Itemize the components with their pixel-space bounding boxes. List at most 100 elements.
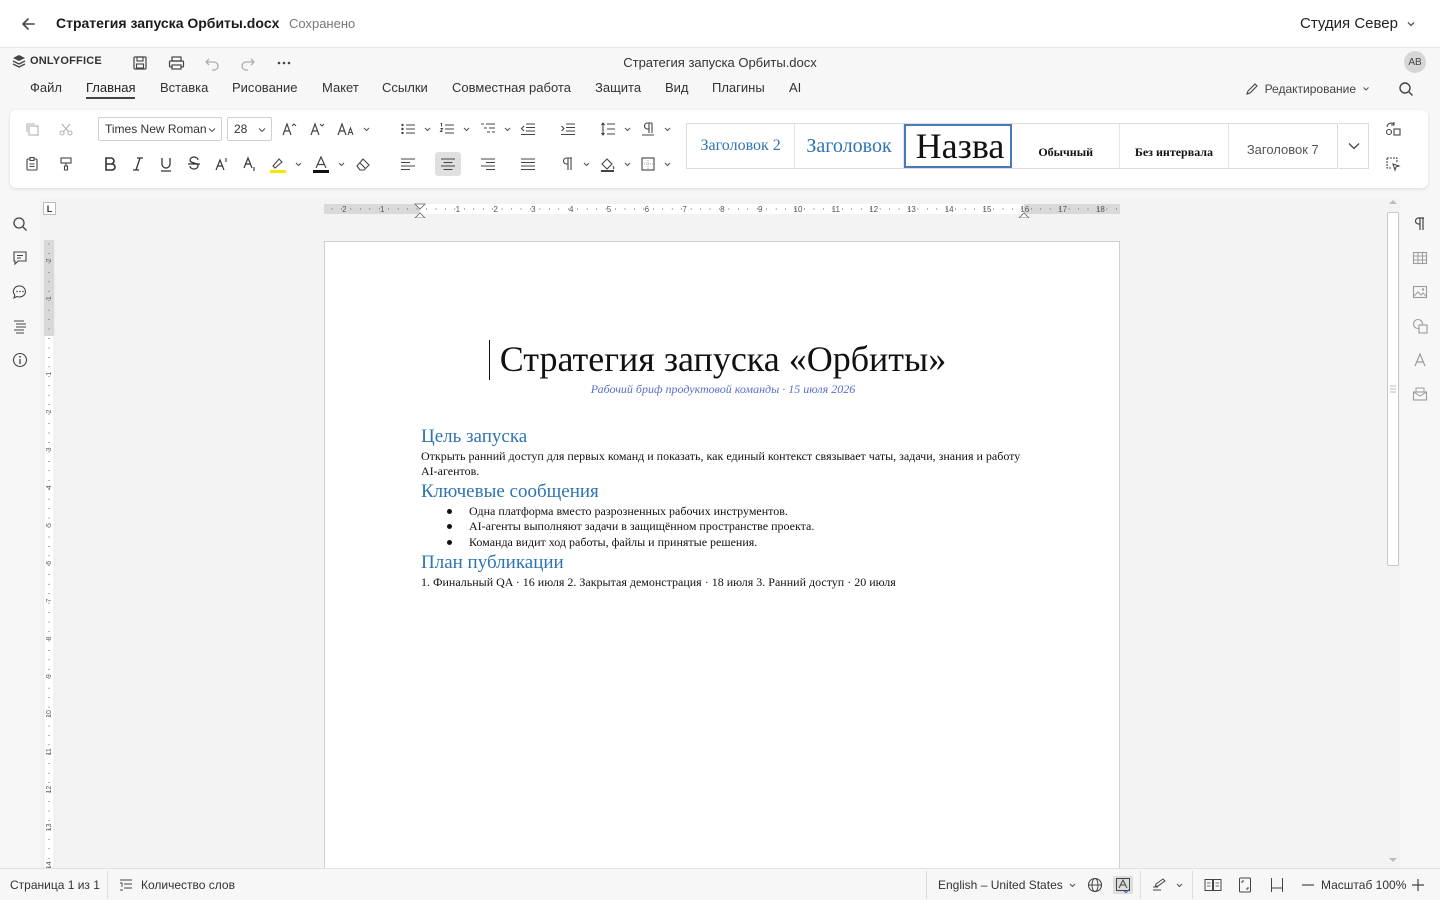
paragraph-settings-button[interactable] — [635, 117, 661, 141]
shading-button[interactable] — [595, 152, 621, 176]
decrease-font-button[interactable] — [304, 117, 330, 141]
tab-file[interactable]: Файл — [30, 80, 62, 97]
strikethrough-button[interactable] — [181, 152, 207, 176]
align-left-button[interactable] — [395, 152, 421, 176]
text-art-settings-button[interactable] — [1406, 346, 1434, 374]
print-button[interactable] — [165, 52, 187, 74]
search-button[interactable] — [1398, 81, 1414, 97]
bullet-list-button[interactable] — [395, 117, 421, 141]
editing-mode-button[interactable]: Редактирование — [1245, 82, 1370, 96]
select-button[interactable] — [1380, 152, 1406, 176]
sidebar-comments-button[interactable] — [6, 244, 34, 272]
italic-button[interactable] — [125, 152, 151, 176]
sidebar-search-button[interactable] — [6, 210, 34, 238]
font-name-select[interactable]: Times New Roman — [98, 117, 222, 141]
numbered-list-button[interactable] — [434, 117, 460, 141]
font-size-select[interactable]: 28 — [227, 117, 272, 141]
paragraph-settings-panel-button[interactable] — [1406, 210, 1434, 238]
tab-draw[interactable]: Рисование — [232, 80, 297, 97]
clear-formatting-button[interactable] — [350, 152, 376, 176]
track-changes-dropdown[interactable] — [1175, 873, 1183, 897]
spellcheck-button[interactable] — [1113, 876, 1133, 894]
word-count-button[interactable] — [116, 876, 136, 894]
document-page[interactable]: Стратегия запуска «Орбиты» Рабочий бриф … — [324, 241, 1120, 881]
align-center-button[interactable] — [435, 152, 461, 176]
change-case-dropdown[interactable] — [362, 117, 370, 141]
track-changes-button[interactable] — [1150, 876, 1170, 894]
sidebar-info-button[interactable] — [6, 346, 34, 374]
fit-page-button[interactable] — [1235, 876, 1255, 894]
style-heading[interactable]: Заголовок — [795, 124, 904, 168]
line-spacing-dropdown[interactable] — [623, 117, 631, 141]
numbered-list-dropdown[interactable] — [462, 117, 470, 141]
paragraph-settings-dropdown[interactable] — [663, 117, 671, 141]
page-indicator[interactable]: Страница 1 из 1 — [10, 878, 100, 892]
font-color-button[interactable] — [308, 152, 334, 176]
subscript-button[interactable] — [237, 152, 263, 176]
borders-button[interactable] — [635, 152, 661, 176]
nonprinting-characters-dropdown[interactable] — [582, 152, 590, 176]
tab-plugins[interactable]: Плагины — [712, 80, 765, 97]
tab-layout[interactable]: Макет — [322, 80, 359, 97]
vertical-ruler[interactable]: 211234567891011121314 — [43, 240, 55, 868]
scroll-up-icon[interactable] — [1388, 198, 1398, 206]
justify-button[interactable] — [515, 152, 541, 176]
replace-button[interactable] — [1380, 117, 1406, 141]
bullet-list-dropdown[interactable] — [423, 117, 431, 141]
fit-width-button[interactable] — [1267, 876, 1287, 894]
nonprinting-characters-button[interactable] — [555, 152, 581, 176]
change-case-button[interactable] — [334, 117, 360, 141]
workspace-switcher[interactable]: Студия Север — [1300, 15, 1416, 32]
language-select[interactable]: English – United States — [938, 878, 1076, 892]
tab-ai[interactable]: AI — [789, 80, 801, 97]
align-right-button[interactable] — [475, 152, 501, 176]
doc-language-button[interactable] — [1085, 876, 1105, 894]
image-settings-button[interactable] — [1406, 278, 1434, 306]
style-heading-7[interactable]: Заголовок 7 — [1229, 124, 1337, 168]
style-no-spacing[interactable]: Без интервала — [1120, 124, 1229, 168]
format-painter-button[interactable] — [53, 152, 79, 176]
more-options-button[interactable] — [273, 52, 295, 74]
heading-key-messages[interactable]: Ключевые сообщения — [421, 481, 599, 503]
style-normal[interactable]: Обычный — [1012, 124, 1121, 168]
scrollbar-thumb[interactable] — [1387, 212, 1399, 566]
tab-stop-selector[interactable]: L — [43, 202, 56, 215]
tab-references[interactable]: Ссылки — [382, 80, 428, 97]
table-settings-button[interactable] — [1406, 244, 1434, 272]
tab-collaboration[interactable]: Совместная работа — [452, 80, 571, 97]
zoom-level[interactable]: Масштаб 100% — [1321, 878, 1406, 892]
highlight-color-dropdown[interactable] — [294, 152, 302, 176]
shading-dropdown[interactable] — [623, 152, 631, 176]
multilevel-list-button[interactable] — [475, 117, 501, 141]
paragraph-publication-plan[interactable]: 1. Финальный QA · 16 июля 2. Закрытая де… — [421, 575, 1071, 590]
line-spacing-button[interactable] — [595, 117, 621, 141]
increase-font-button[interactable] — [276, 117, 302, 141]
mail-merge-button[interactable] — [1406, 380, 1434, 408]
tab-view[interactable]: Вид — [665, 80, 689, 97]
zoom-out-button[interactable] — [1298, 876, 1318, 894]
increase-indent-button[interactable] — [555, 117, 581, 141]
highlight-color-button[interactable] — [265, 152, 291, 176]
copy-button[interactable] — [19, 117, 45, 141]
document-subtitle[interactable]: Рабочий бриф продуктовой команды · 15 ию… — [325, 382, 1121, 397]
sidebar-chat-button[interactable] — [6, 278, 34, 306]
heading-publication-plan[interactable]: План публикации — [421, 552, 564, 574]
underline-button[interactable] — [153, 152, 179, 176]
horizontal-ruler[interactable]: 2 1 1 2 3 4 5 6 7 8 9 10 11 12 13 14 15 16 17 18 — [324, 200, 1120, 218]
bold-button[interactable] — [97, 152, 123, 176]
user-avatar[interactable]: AB — [1404, 51, 1426, 73]
decrease-indent-button[interactable] — [515, 117, 541, 141]
document-title[interactable]: Стратегия запуска «Орбиты» — [325, 338, 1121, 380]
font-color-dropdown[interactable] — [337, 152, 345, 176]
heading-launch-goal[interactable]: Цель запуска — [421, 426, 527, 448]
vertical-scrollbar[interactable] — [1386, 198, 1400, 868]
tab-insert[interactable]: Вставка — [160, 80, 208, 97]
view-mode-button[interactable] — [1203, 876, 1223, 894]
scroll-down-icon[interactable] — [1388, 856, 1398, 864]
shape-settings-button[interactable] — [1406, 312, 1434, 340]
paragraph-launch-goal[interactable]: Открыть ранний доступ для первых команд … — [421, 449, 1021, 479]
zoom-in-button[interactable] — [1408, 876, 1428, 894]
styles-expand-button[interactable] — [1339, 123, 1369, 169]
style-heading-2[interactable]: Заголовок 2 — [687, 124, 796, 168]
borders-dropdown[interactable] — [663, 152, 671, 176]
